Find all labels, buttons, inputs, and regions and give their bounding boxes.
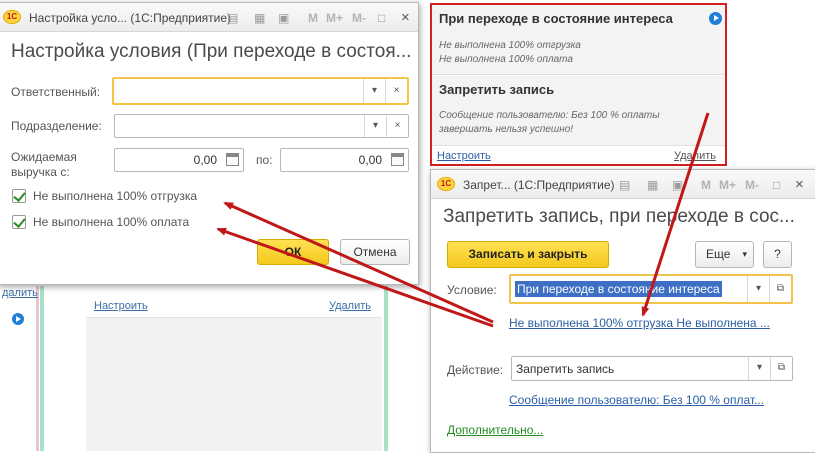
memory-button[interactable]: M <box>701 178 711 192</box>
more-button[interactable]: Еще ▾ <box>695 241 754 268</box>
chevron-down-icon: ▾ <box>742 249 747 259</box>
window-title: Настройка условия (При переходе в состоя… <box>11 41 411 62</box>
open-icon[interactable]: ⧉ <box>770 357 792 380</box>
revenue-from-field[interactable]: 0,00 <box>114 148 244 172</box>
memory-minus-button[interactable]: M- <box>352 11 366 25</box>
action-label: Действие: <box>447 363 504 377</box>
dropdown-arrow-icon[interactable]: ▾ <box>748 357 770 380</box>
close-icon[interactable]: × <box>795 176 804 193</box>
1c-logo-icon: 1С <box>437 177 455 191</box>
calendar-icon[interactable]: ▣ <box>278 11 289 25</box>
window-caption: Запрет... (1С:Предприятие) <box>463 178 615 192</box>
titlebar: 1С Запрет... (1С:Предприятие) ▤ ▦ ▣ M M+… <box>431 170 815 199</box>
action-text: Сообщение пользователю: Без 100 % оплаты <box>439 110 660 121</box>
save-and-close-button[interactable]: Записать и закрыть <box>447 241 609 268</box>
clear-icon[interactable]: × <box>385 79 407 103</box>
delete-link[interactable]: далить <box>2 287 38 299</box>
delete-link[interactable]: Удалить <box>674 150 716 162</box>
condition-description-link[interactable]: Не выполнена 100% отгрузка Не выполнена … <box>509 316 770 330</box>
background-strip <box>384 286 388 451</box>
condition-section: При переходе в состояние интереса Не вып… <box>432 5 725 75</box>
memory-minus-button[interactable]: M- <box>745 178 759 192</box>
action-description-link[interactable]: Сообщение пользователю: Без 100 % оплат.… <box>509 393 764 407</box>
revenue-to-field[interactable]: 0,00 <box>280 148 409 172</box>
clear-icon[interactable]: × <box>386 115 408 137</box>
action-value: Запретить запись <box>516 362 615 376</box>
condition-text: Не выполнена 100% отгрузка <box>439 40 581 51</box>
maximize-icon[interactable]: □ <box>378 11 385 25</box>
calculator-icon[interactable]: ▦ <box>647 178 658 192</box>
1c-logo-icon: 1С <box>3 10 21 24</box>
prohibit-record-window: 1С Запрет... (1С:Предприятие) ▤ ▦ ▣ M M+… <box>430 169 815 453</box>
more-options-link[interactable]: Дополнительно... <box>447 423 543 437</box>
condition-heading: При переходе в состояние интереса <box>439 11 673 26</box>
maximize-icon[interactable]: □ <box>773 178 780 192</box>
action-text: завершать нельзя успешно! <box>439 124 574 135</box>
condition-value: При переходе в состояние интереса <box>515 281 722 297</box>
rule-card-panel: При переходе в состояние интереса Не вып… <box>430 3 727 166</box>
condition-settings-window: 1С Настройка усло... (1С:Предприятие) ▤ … <box>0 2 419 285</box>
revenue-label: Ожидаемая <box>11 150 77 164</box>
responsible-field[interactable]: ▾ × <box>112 77 409 105</box>
condition-label: Условие: <box>447 283 497 297</box>
background-strip <box>40 286 44 451</box>
condition-text: Не выполнена 100% оплата <box>439 54 573 65</box>
calendar-icon[interactable]: ▣ <box>672 178 683 192</box>
background-card: Настроить Удалить <box>86 296 382 451</box>
memory-plus-button[interactable]: M+ <box>326 11 343 25</box>
window-title: Запретить запись, при переходе в сос... <box>443 206 795 227</box>
department-field[interactable]: ▾ × <box>114 114 409 138</box>
action-section: Запретить запись Сообщение пользователю:… <box>432 76 725 146</box>
dropdown-arrow-icon[interactable]: ▾ <box>363 79 385 103</box>
dropdown-arrow-icon[interactable]: ▾ <box>364 115 386 137</box>
memory-plus-button[interactable]: M+ <box>719 178 736 192</box>
open-icon[interactable]: ⧉ <box>769 276 791 302</box>
print-icon[interactable]: ▤ <box>227 11 238 25</box>
delete-link[interactable]: Удалить <box>329 300 371 312</box>
calculator-icon[interactable]: ▦ <box>254 11 265 25</box>
revenue-to-label: по: <box>256 153 273 167</box>
calculator-icon[interactable] <box>226 153 239 166</box>
titlebar: 1С Настройка усло... (1С:Предприятие) ▤ … <box>0 3 418 32</box>
cancel-button[interactable]: Отмена <box>340 239 410 265</box>
help-button[interactable]: ? <box>763 241 792 268</box>
payment-checkbox[interactable] <box>12 215 26 229</box>
play-icon[interactable] <box>709 12 722 25</box>
dropdown-arrow-icon[interactable]: ▾ <box>747 276 769 302</box>
print-icon[interactable]: ▤ <box>619 178 630 192</box>
setup-link[interactable]: Настроить <box>94 300 148 312</box>
action-field[interactable]: Запретить запись ▾ ⧉ <box>511 356 793 381</box>
more-button-label: Еще <box>706 247 731 261</box>
condition-field[interactable]: При переходе в состояние интереса ▾ ⧉ <box>509 274 793 304</box>
background-strip <box>36 286 39 451</box>
shipment-checkbox[interactable] <box>12 189 26 203</box>
revenue-label-2: выручка с: <box>11 165 70 179</box>
responsible-label: Ответственный: <box>11 85 101 99</box>
payment-checkbox-label: Не выполнена 100% оплата <box>33 215 190 229</box>
close-icon[interactable]: × <box>401 9 410 26</box>
calculator-icon[interactable] <box>391 153 404 166</box>
memory-button[interactable]: M <box>308 11 318 25</box>
window-caption: Настройка усло... (1С:Предприятие) <box>29 11 232 25</box>
setup-link[interactable]: Настроить <box>437 150 491 162</box>
action-heading: Запретить запись <box>439 82 555 97</box>
department-label: Подразделение: <box>11 119 102 133</box>
play-icon[interactable] <box>12 313 24 325</box>
ok-button[interactable]: ОК <box>257 239 329 265</box>
shipment-checkbox-label: Не выполнена 100% отгрузка <box>33 189 198 203</box>
